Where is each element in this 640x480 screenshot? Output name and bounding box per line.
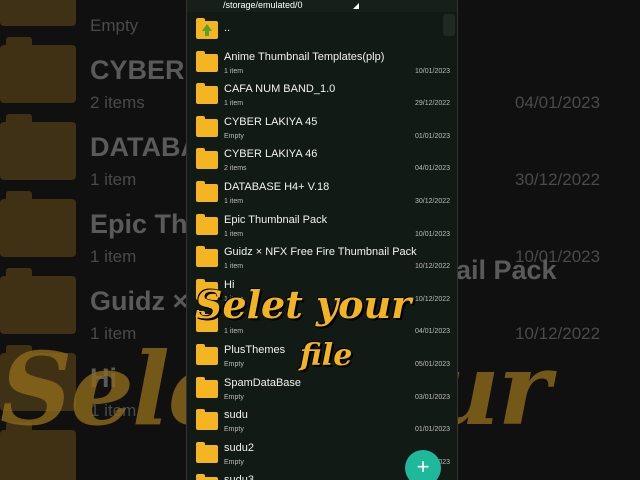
folder-item-count: 2 items (224, 165, 247, 173)
bg-item-name: DATABA (90, 132, 200, 162)
folder-item-count: 1 item (224, 263, 244, 271)
folder-name: sudu3 (224, 474, 254, 480)
folder-icon (196, 213, 218, 235)
folder-icon (196, 50, 218, 72)
folder-date: 04/01/2023 (415, 165, 451, 173)
folder-date: 29/12/2022 (415, 100, 451, 108)
folder-icon (196, 83, 218, 105)
folder-item-count: Empty (224, 132, 244, 140)
folder-date: 01/01/2023 (415, 132, 451, 140)
parent-folder-icon (196, 18, 218, 39)
folder-item[interactable]: Guidz × NFX Free Fire Thumbnail Pack 1 it… (187, 241, 457, 274)
folder-icon (196, 115, 218, 137)
folder-icon (196, 246, 218, 268)
bg-item-count: 1 item (90, 170, 137, 189)
folder-icon (196, 409, 218, 431)
folder-date: 01/01/2023 (415, 426, 451, 434)
folder-item[interactable]: Anime Thumbnail Templates(plp) 1 item 10/0… (187, 46, 457, 79)
folder-name: SpamDataBase (224, 376, 302, 389)
folder-date: 03/01/2023 (415, 393, 451, 401)
bg-item-date: 30/12/2022 (515, 170, 601, 189)
folder-item[interactable]: CAFA NUM BAND_1.0 1 item 29/12/2022 (187, 78, 457, 111)
folder-date: 10/12/2022 (415, 295, 451, 303)
folder-date: 10/01/2023 (415, 230, 451, 238)
folder-name: .. (224, 22, 231, 34)
file-manager-panel: /storage/emulated/0 .. Anime Thumbnail Te… (186, 0, 458, 480)
folder-item-count: 1 item (224, 230, 244, 238)
folder-item[interactable]: CYBER LAKIYA 45 Empty 01/01/2023 (187, 111, 457, 144)
bg-folder-icon (0, 268, 76, 334)
bg-tail-text: ail Pack (456, 255, 557, 285)
folder-item[interactable]: sudu Empty 01/01/2023 (187, 404, 457, 437)
path-dropdown-icon[interactable] (353, 3, 359, 9)
up-arrow-stem (205, 30, 209, 36)
folder-date: 10/01/2023 (415, 67, 451, 75)
folder-item[interactable]: DATABASE H4+ V.18 1 item 30/12/2022 (187, 176, 457, 209)
folder-name: PlusThemes (224, 344, 286, 356)
folder-item-count: 1 item (224, 328, 244, 336)
folder-item-count: Empty (224, 426, 244, 434)
folder-name: Anime Thumbnail Templates(plp) (224, 50, 385, 63)
folder-item-count: 1 item (224, 67, 244, 75)
folder-icon (196, 181, 218, 202)
add-button[interactable]: + (405, 450, 441, 480)
bg-item-count: 2 items (90, 93, 145, 112)
folder-item[interactable]: Epic Thumbnail Pack 1 item 10/01/2023 (187, 209, 457, 242)
bg-folder-icon (0, 37, 76, 103)
folder-name: CYBER LAKIYA 46 (224, 148, 318, 161)
folder-name: sudu2 (224, 441, 254, 454)
bg-item-count: Empty (90, 16, 139, 35)
folder-item-count: 1 item (224, 100, 244, 108)
folder-icon (196, 441, 218, 463)
folder-name: Guidz × NFX Free Fire Thumbnail Pack (224, 246, 417, 259)
folder-name: DATABASE H4+ V.18 (224, 181, 330, 193)
folder-icon (196, 148, 218, 170)
folder-item-count: Empty (224, 458, 244, 466)
folder-date: 04/01/2023 (415, 328, 451, 336)
parent-directory-item[interactable]: .. (187, 13, 457, 46)
folder-name: CAFA NUM BAND_1.0 (224, 83, 336, 96)
bg-folder-icon (0, 191, 76, 257)
bg-item-date: 04/01/2023 (515, 93, 601, 112)
folder-date: 10/12/2022 (415, 263, 451, 271)
folder-name: sudu (224, 409, 248, 422)
bg-item-name: Guidz × (90, 286, 189, 316)
bg-item-count: 1 item (90, 247, 137, 266)
folder-icon (196, 344, 218, 365)
folder-item-count: Empty (224, 393, 244, 401)
bg-folder-icon (0, 0, 76, 26)
folder-name: Epic Thumbnail Pack (224, 213, 328, 226)
path-text: /storage/emulated/0 (223, 0, 303, 10)
folder-item-count: 1 item (224, 198, 244, 205)
path-bar[interactable]: /storage/emulated/0 (187, 0, 457, 12)
bg-folder-icon (0, 114, 76, 180)
folder-item-count: Empty (224, 361, 244, 368)
folder-item[interactable]: SpamDataBase Empty 03/01/2023 (187, 372, 457, 405)
overlay-caption-line2: file (300, 338, 353, 373)
folder-item[interactable]: CYBER LAKIYA 46 2 items 04/01/2023 (187, 143, 457, 176)
folder-date: 05/01/2023 (415, 361, 451, 368)
folder-icon (196, 376, 218, 398)
overlay-caption-line1: Selet your (195, 282, 412, 327)
folder-name: CYBER LAKIYA 45 (224, 115, 318, 128)
folder-date: 30/12/2022 (415, 198, 451, 205)
